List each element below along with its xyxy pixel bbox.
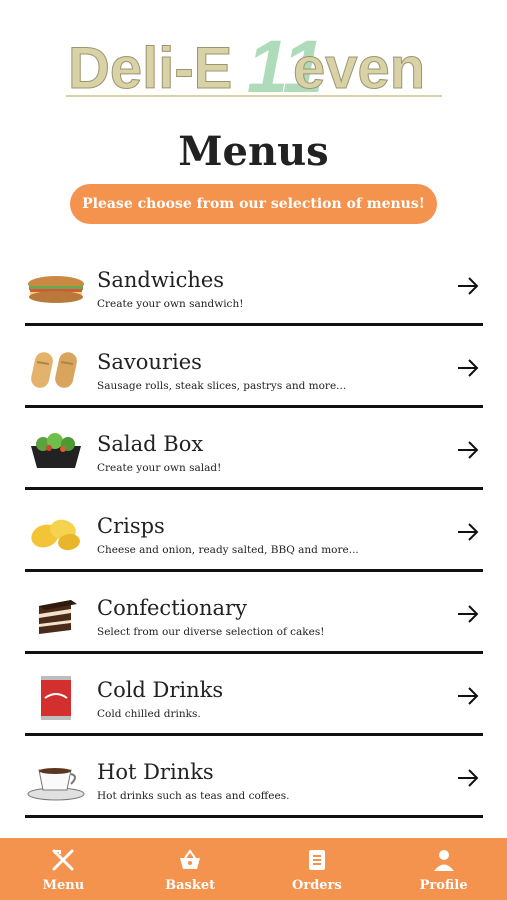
- menu-item-description: Sausage rolls, steak slices, pastrys and…: [97, 380, 347, 392]
- nav-basket[interactable]: Basket: [140, 838, 240, 900]
- menu-item-title: Hot Drinks: [97, 760, 214, 784]
- arrow-right-icon[interactable]: [457, 768, 479, 788]
- menu-list: Sandwiches Create your own sandwich! Sav…: [25, 246, 483, 820]
- arrow-right-icon[interactable]: [457, 440, 479, 460]
- menu-item-description: Cold chilled drinks.: [97, 708, 201, 720]
- menu-item-sandwiches[interactable]: Sandwiches Create your own sandwich!: [25, 246, 483, 326]
- fork-knife-icon: [52, 849, 74, 871]
- menu-item-title: Sandwiches: [97, 268, 225, 292]
- person-icon: [433, 850, 454, 871]
- nav-label: Orders: [292, 878, 342, 893]
- arrow-right-icon[interactable]: [457, 522, 479, 542]
- menu-item-description: Cheese and onion, ready salted, BBQ and …: [97, 544, 359, 556]
- menu-item-title: Savouries: [97, 350, 202, 374]
- nav-label: Menu: [42, 878, 85, 893]
- crisps-icon: [31, 519, 80, 551]
- menu-item-title: Salad Box: [97, 432, 204, 456]
- menu-item-title: Confectionary: [97, 596, 247, 620]
- menu-item-description: Create your own sandwich!: [97, 298, 244, 310]
- bottom-navigation: Menu Basket Orders Profile: [0, 838, 507, 900]
- menu-item-title: Cold Drinks: [97, 678, 224, 702]
- nav-orders[interactable]: Orders: [267, 838, 367, 900]
- nav-label: Profile: [419, 878, 468, 893]
- nav-label: Basket: [165, 878, 216, 893]
- nav-profile[interactable]: Profile: [394, 838, 494, 900]
- sandwich-icon: [28, 276, 84, 303]
- logo-text-right: even: [293, 36, 425, 101]
- menu-item-hot-drinks[interactable]: Hot Drinks Hot drinks such as teas and c…: [25, 738, 483, 818]
- cake-icon: [39, 600, 77, 634]
- subtitle-banner: Please choose from our selection of menu…: [70, 184, 437, 224]
- nav-menu[interactable]: Menu: [13, 838, 113, 900]
- salad-icon: [31, 433, 81, 468]
- menu-item-crisps[interactable]: Crisps Cheese and onion, ready salted, B…: [25, 492, 483, 572]
- basket-icon: [180, 849, 201, 869]
- arrow-right-icon[interactable]: [457, 358, 479, 378]
- menu-item-title: Crisps: [97, 514, 165, 538]
- arrow-right-icon[interactable]: [457, 686, 479, 706]
- menu-item-description: Select from our diverse selection of cak…: [97, 626, 325, 638]
- arrow-right-icon[interactable]: [457, 276, 479, 296]
- menu-item-cold-drinks[interactable]: Cold Drinks Cold chilled drinks.: [25, 656, 483, 736]
- menu-item-salad-box[interactable]: Salad Box Create your own salad!: [25, 410, 483, 490]
- sausage-roll-icon: [31, 352, 77, 388]
- page-title: Menus: [178, 128, 329, 175]
- menu-item-confectionary[interactable]: Confectionary Select from our diverse se…: [25, 574, 483, 654]
- menu-item-description: Create your own salad!: [97, 462, 222, 474]
- logo-text-left: Deli-E: [68, 36, 232, 101]
- app-logo: Deli-E 11 even: [0, 16, 507, 104]
- receipt-icon: [308, 850, 325, 870]
- arrow-right-icon[interactable]: [457, 604, 479, 624]
- cola-can-icon: [41, 676, 71, 720]
- menu-item-description: Hot drinks such as teas and coffees.: [97, 790, 290, 802]
- coffee-cup-icon: [27, 768, 85, 801]
- menu-item-savouries[interactable]: Savouries Sausage rolls, steak slices, p…: [25, 328, 483, 408]
